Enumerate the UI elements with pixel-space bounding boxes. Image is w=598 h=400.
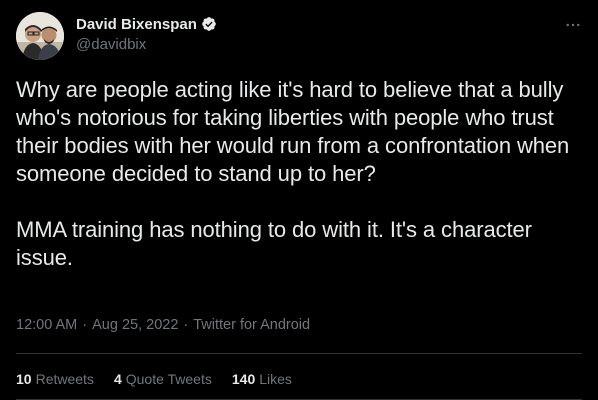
tweet-card: David Bixenspan @davidbix Why are people… — [0, 0, 598, 400]
avatar[interactable] — [16, 12, 64, 60]
more-horizontal-icon — [566, 23, 580, 27]
meta-separator: · — [183, 317, 189, 333]
retweets-stat[interactable]: 10 Retweets — [16, 371, 94, 387]
divider — [16, 353, 582, 354]
retweets-count: 10 — [16, 371, 32, 387]
likes-label: Likes — [259, 371, 292, 387]
author-display-name[interactable]: David Bixenspan — [76, 16, 197, 33]
tweet-source[interactable]: Twitter for Android — [193, 317, 310, 333]
likes-stat[interactable]: 140 Likes — [232, 371, 292, 387]
retweets-label: Retweets — [35, 371, 94, 387]
tweet-text: Why are people acting like it's hard to … — [16, 77, 570, 270]
quote-tweets-label: Quote Tweets — [125, 371, 212, 387]
avatar-photo-icon — [16, 12, 64, 60]
verified-badge-icon — [201, 16, 217, 32]
author-name-row: David Bixenspan — [76, 14, 217, 34]
tweet-meta: 12:00 AM · Aug 25, 2022 · Twitter for An… — [16, 317, 310, 333]
more-options-button[interactable] — [560, 12, 586, 38]
quote-tweets-stat[interactable]: 4 Quote Tweets — [114, 371, 212, 387]
tweet-date[interactable]: Aug 25, 2022 — [92, 317, 178, 333]
tweet-time[interactable]: 12:00 AM — [16, 317, 77, 333]
author-handle[interactable]: @davidbix — [76, 36, 146, 53]
likes-count: 140 — [231, 371, 256, 387]
quote-tweets-count: 4 — [113, 371, 122, 387]
meta-separator: · — [82, 317, 88, 333]
tweet-stats: 10 Retweets 4 Quote Tweets 140 Likes — [16, 371, 292, 387]
